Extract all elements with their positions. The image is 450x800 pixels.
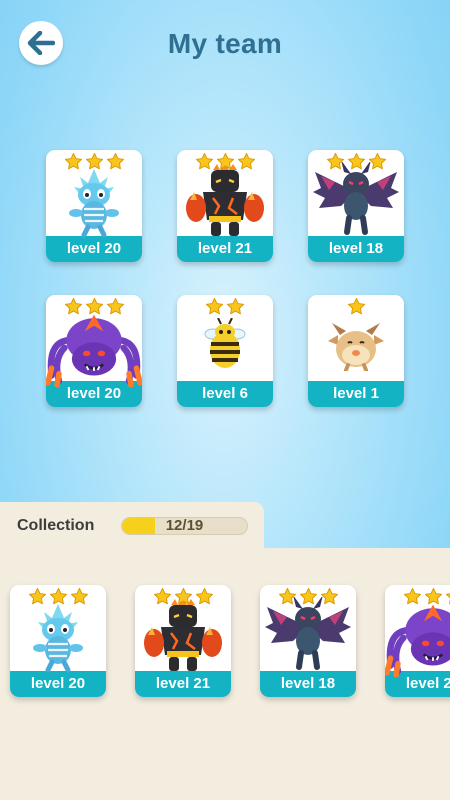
team-fox-chick-card[interactable]: level 1 (308, 295, 404, 407)
level-label: level 20 (10, 671, 106, 697)
star-rating (177, 297, 273, 321)
star-rating (10, 587, 106, 611)
star-icon (85, 297, 104, 321)
team-bat-card[interactable]: level 18 (308, 150, 404, 262)
level-label: level 20 (46, 236, 142, 262)
star-rating (260, 587, 356, 611)
star-icon (368, 152, 387, 176)
star-icon (347, 297, 366, 321)
team-blue-dragon-card[interactable]: level 20 (46, 150, 142, 262)
team-lava-golem-card[interactable]: level 21 (177, 150, 273, 262)
team-bee-card[interactable]: level 6 (177, 295, 273, 407)
star-icon (49, 587, 68, 611)
collection-purple-spider-card[interactable]: level 20 (385, 585, 450, 697)
star-icon (64, 152, 83, 176)
star-icon (174, 587, 193, 611)
star-icon (445, 587, 450, 611)
star-rating (177, 152, 273, 176)
star-icon (195, 152, 214, 176)
star-icon (85, 152, 104, 176)
star-icon (424, 587, 443, 611)
star-icon (347, 152, 366, 176)
star-icon (106, 297, 125, 321)
star-icon (70, 587, 89, 611)
star-rating (46, 297, 142, 321)
collection-blue-dragon-card[interactable]: level 20 (10, 585, 106, 697)
star-rating (135, 587, 231, 611)
star-icon (28, 587, 47, 611)
star-icon (320, 587, 339, 611)
collection-lava-golem-card[interactable]: level 21 (135, 585, 231, 697)
star-icon (106, 152, 125, 176)
star-icon (299, 587, 318, 611)
star-icon (278, 587, 297, 611)
star-rating (385, 587, 450, 611)
star-icon (205, 297, 224, 321)
star-rating (308, 152, 404, 176)
star-icon (237, 152, 256, 176)
star-icon (216, 152, 235, 176)
star-icon (226, 297, 245, 321)
star-icon (326, 152, 345, 176)
level-label: level 1 (308, 381, 404, 407)
star-icon (195, 587, 214, 611)
star-rating (308, 297, 404, 321)
star-rating (46, 152, 142, 176)
star-icon (153, 587, 172, 611)
collection-bat-card[interactable]: level 18 (260, 585, 356, 697)
team-purple-spider-card[interactable]: level 20 (46, 295, 142, 407)
star-icon (403, 587, 422, 611)
star-icon (64, 297, 83, 321)
level-label: level 6 (177, 381, 273, 407)
